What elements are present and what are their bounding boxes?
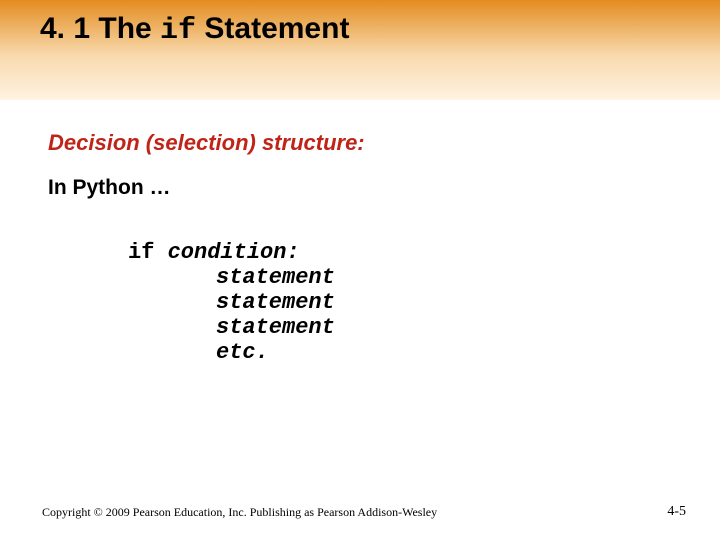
code-statement-2: statement bbox=[216, 290, 672, 315]
header-band: 4. 1 The if Statement bbox=[0, 0, 720, 100]
page-number: 4-5 bbox=[667, 504, 686, 520]
subheading: Decision (selection) structure: bbox=[48, 130, 672, 156]
language-label: In Python … bbox=[48, 176, 672, 200]
code-block: if condition: statement statement statem… bbox=[128, 240, 672, 365]
code-statement-1: statement bbox=[216, 265, 672, 290]
title-suffix: Statement bbox=[196, 12, 349, 45]
code-etc: etc. bbox=[216, 340, 672, 365]
code-line-if: if condition: bbox=[128, 240, 672, 265]
content-area: Decision (selection) structure: In Pytho… bbox=[0, 100, 720, 365]
code-condition: condition: bbox=[168, 240, 300, 265]
title-prefix: 4. 1 The bbox=[40, 12, 160, 45]
slide-title: 4. 1 The if Statement bbox=[40, 12, 349, 48]
copyright-text: Copyright © 2009 Pearson Education, Inc.… bbox=[42, 505, 437, 520]
keyword-if: if bbox=[128, 240, 168, 265]
code-statement-3: statement bbox=[216, 315, 672, 340]
title-keyword: if bbox=[160, 14, 196, 48]
